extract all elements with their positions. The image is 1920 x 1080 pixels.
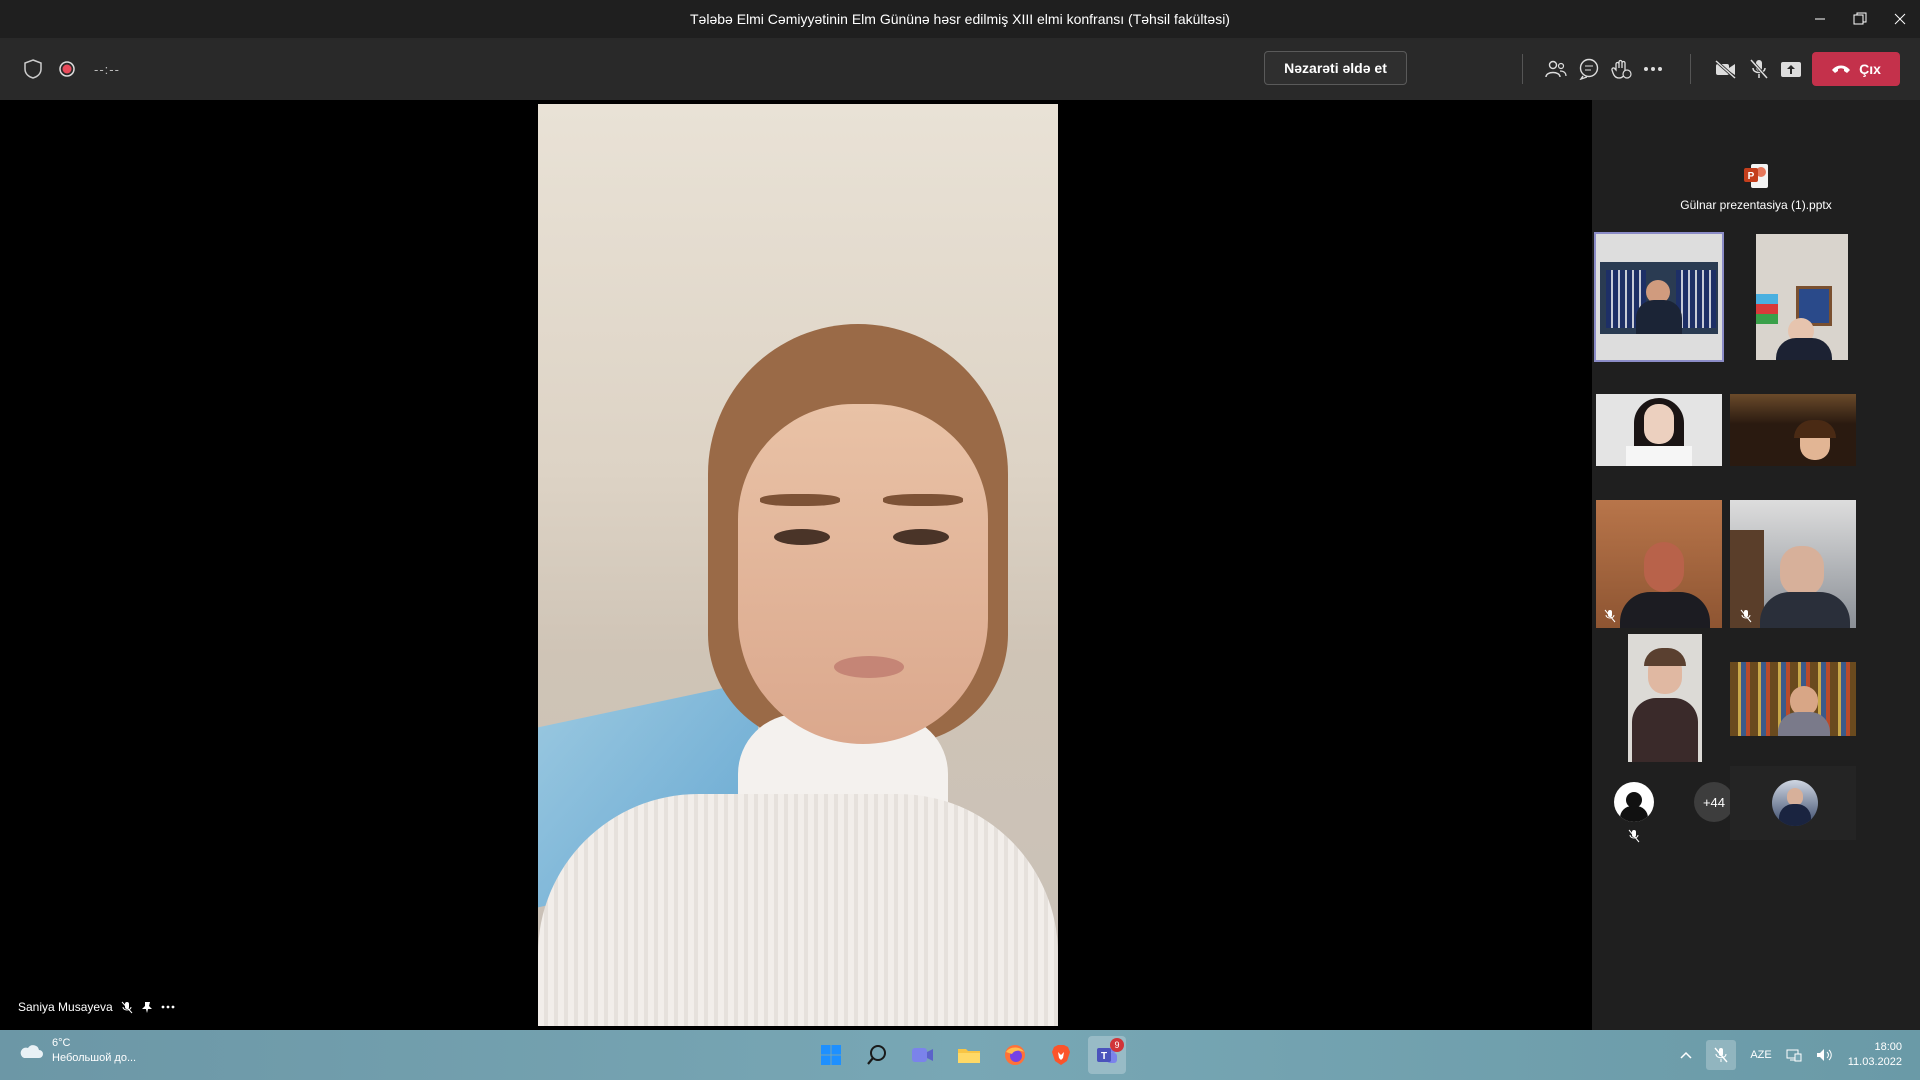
window-title: Tələbə Elmi Cəmiyyətinin Elm Gününə həsr… [690, 11, 1230, 27]
leave-label: Çıx [1859, 61, 1881, 77]
participant-avatar[interactable] [1614, 782, 1654, 822]
recording-icon [59, 61, 75, 77]
mic-off-icon [1604, 609, 1616, 623]
meeting-info: --:-- [24, 38, 120, 100]
title-bar: Tələbə Elmi Cəmiyyətinin Elm Gününə həsr… [0, 0, 1920, 38]
notification-badge: 9 [1110, 1038, 1124, 1052]
window-controls [1800, 0, 1920, 38]
participant-tile[interactable] [1756, 234, 1848, 360]
taskbar-apps: T 9 [812, 1036, 1126, 1074]
start-button[interactable] [812, 1036, 850, 1074]
share-screen-button[interactable] [1778, 56, 1804, 82]
weather-description: Небольшой до... [52, 1052, 137, 1064]
speaker-icon[interactable] [1816, 1048, 1834, 1062]
mic-off-icon [1714, 1047, 1728, 1063]
participant-tile[interactable] [1594, 232, 1724, 362]
network-icon[interactable] [1786, 1048, 1802, 1062]
brave-icon [1052, 1045, 1070, 1065]
more-options-button[interactable] [1640, 56, 1666, 82]
participant-tile[interactable] [1730, 662, 1856, 736]
firefox-app[interactable] [996, 1036, 1034, 1074]
shared-file-name: Gülnar prezentasiya (1).pptx [1680, 198, 1832, 212]
leave-button[interactable]: Çıx [1812, 52, 1900, 86]
clock-date: 11.03.2022 [1847, 1056, 1902, 1068]
mic-off-icon [121, 1001, 133, 1013]
mic-off-icon [1628, 829, 1640, 843]
pin-icon[interactable] [141, 1001, 153, 1014]
firefox-icon [1005, 1045, 1025, 1065]
mic-off-icon [1749, 59, 1769, 79]
weather-widget[interactable]: 6°C Небольшой до... [18, 1036, 136, 1066]
windows-taskbar: 6°C Небольшой до... T 9 AZE 18:00 11.03.… [0, 1030, 1920, 1080]
mic-tray-button[interactable] [1706, 1040, 1737, 1070]
participants-button[interactable] [1543, 56, 1569, 82]
raise-hand-icon [1611, 59, 1632, 79]
svg-text:T: T [1101, 1051, 1107, 1062]
chevron-up-icon[interactable] [1680, 1051, 1692, 1059]
windows-icon [821, 1045, 841, 1065]
meeting-timer: --:-- [94, 61, 120, 77]
restore-button[interactable] [1840, 0, 1880, 38]
more-participants-button[interactable]: +44 [1694, 782, 1734, 822]
camera-off-icon [1714, 59, 1737, 79]
meeting-toolbar: --:-- Nəzarəti əldə et Çıx [0, 38, 1920, 100]
close-window-button[interactable] [1880, 0, 1920, 38]
mic-off-icon [1740, 609, 1752, 623]
participant-tile[interactable] [1730, 394, 1856, 466]
video-chat-icon [912, 1048, 933, 1062]
self-view-tile[interactable] [1730, 766, 1856, 840]
camera-toggle-button[interactable] [1713, 56, 1739, 82]
take-control-button[interactable]: Nəzarəti əldə et [1264, 51, 1407, 85]
toolbar-divider [1690, 54, 1691, 84]
participant-tile[interactable] [1730, 500, 1856, 628]
phone-hangup-icon [1832, 65, 1851, 73]
cloud-icon [20, 1045, 43, 1058]
close-icon [1894, 13, 1906, 25]
weather-temp: 6°C [52, 1037, 71, 1049]
participants-panel: P Gülnar prezentasiya (1).pptx +44 [1592, 100, 1920, 1030]
file-explorer-app[interactable] [950, 1036, 988, 1074]
minimize-button[interactable] [1800, 0, 1840, 38]
shield-icon[interactable] [24, 59, 42, 79]
share-icon [1781, 62, 1801, 77]
people-icon [1545, 60, 1567, 78]
clock-time: 18:00 [1874, 1041, 1902, 1053]
reactions-button[interactable] [1608, 56, 1634, 82]
brave-app[interactable] [1042, 1036, 1080, 1074]
chat-button[interactable] [1576, 56, 1602, 82]
clock[interactable]: 18:00 11.03.2022 [1848, 1040, 1902, 1070]
language-indicator[interactable]: AZE [1750, 1049, 1771, 1061]
main-participant-video[interactable] [538, 104, 1058, 1026]
mic-toggle-button[interactable] [1746, 56, 1772, 82]
video-stage: Saniya Musayeva [0, 100, 1592, 1030]
svg-text:P: P [1748, 171, 1755, 182]
more-icon [1644, 67, 1662, 71]
search-button[interactable] [858, 1036, 896, 1074]
participant-tile[interactable] [1596, 500, 1722, 628]
chat-icon [1579, 58, 1599, 80]
restore-icon [1853, 12, 1867, 25]
more-icon[interactable] [161, 1005, 175, 1009]
powerpoint-icon: P [1743, 162, 1769, 190]
toolbar-divider [1522, 54, 1523, 84]
participant-tile[interactable] [1628, 634, 1702, 762]
folder-icon [958, 1049, 980, 1063]
shared-content[interactable]: P Gülnar prezentasiya (1).pptx [1592, 162, 1920, 212]
speaker-name: Saniya Musayeva [18, 1000, 113, 1014]
search-icon [867, 1045, 886, 1065]
participant-tile[interactable] [1596, 394, 1722, 466]
speaker-label: Saniya Musayeva [18, 1000, 175, 1014]
minimize-icon [1815, 18, 1825, 20]
teams-chat-app[interactable] [904, 1036, 942, 1074]
teams-app[interactable]: T 9 [1088, 1036, 1126, 1074]
system-tray: AZE 18:00 11.03.2022 [1680, 1030, 1902, 1080]
